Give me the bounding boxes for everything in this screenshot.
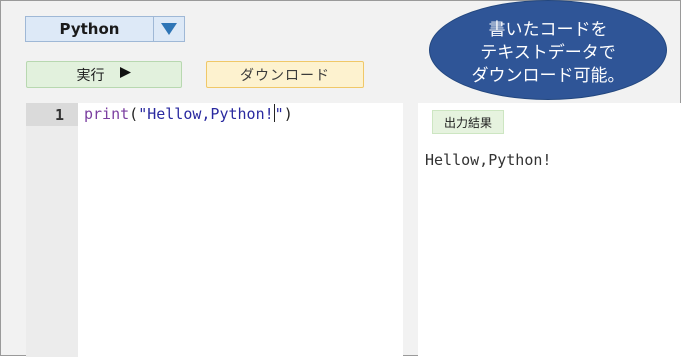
line-number: 1 [26,103,78,126]
download-button[interactable]: ダウンロード [206,61,364,88]
run-button[interactable]: 実行 [26,61,182,88]
code-area[interactable]: print("Hellow,Python!") [78,103,403,357]
language-select-value: Python [59,20,120,38]
output-panel: 出力結果 Hellow,Python! [418,103,681,357]
code-string-quote: " [274,105,284,123]
chevron-down-icon[interactable] [153,17,184,41]
callout-line-1: 書いたコードを [488,19,608,40]
line-number-gutter: 1 [26,103,78,357]
callout-bubble: 書いたコードを テキストデータで ダウンロード可能。 [429,0,667,100]
run-button-label: 実行 [76,67,105,84]
language-select[interactable]: Python [25,16,185,42]
play-icon [119,66,132,83]
code-editor[interactable]: 1 print("Hellow,Python!") [26,103,403,357]
code-close-paren: ) [283,105,293,123]
callout-line-3: ダウンロード可能。 [471,65,625,86]
output-tab[interactable]: 出力結果 [432,110,504,134]
callout-line-2: テキストデータで [480,42,616,63]
code-function-token: print [84,105,130,123]
code-open-paren: ( [129,105,139,123]
output-text: Hellow,Python! [425,151,552,169]
code-string-token: "Hellow,Python! [138,105,274,123]
